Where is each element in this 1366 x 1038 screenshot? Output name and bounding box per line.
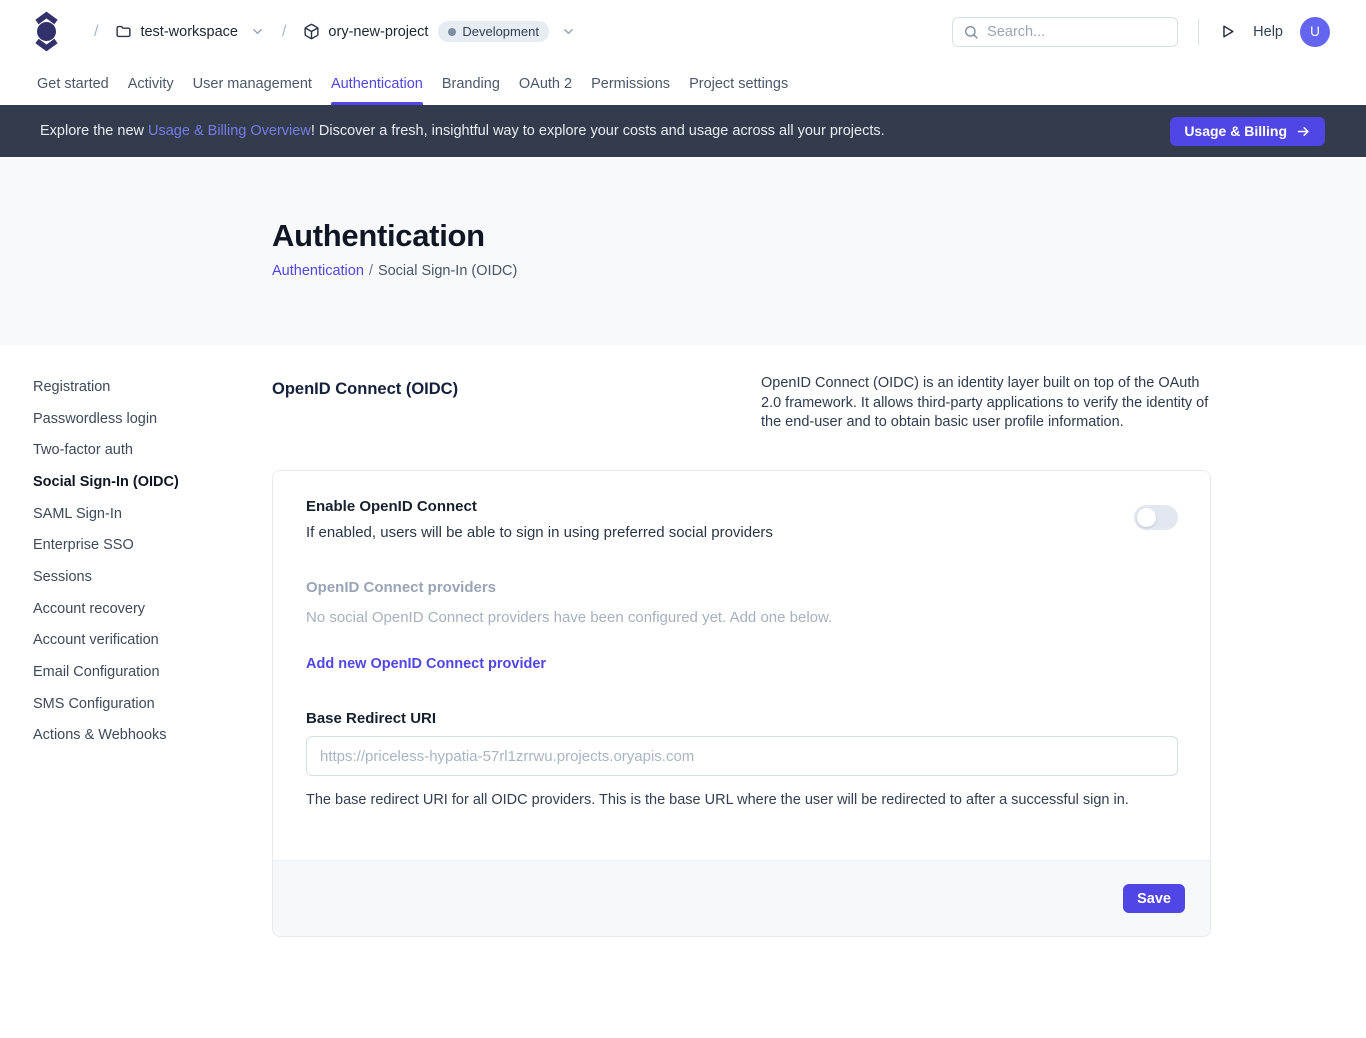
tab-permissions[interactable]: Permissions (591, 63, 670, 105)
page-hero: Authentication Authentication / Social Sig… (0, 157, 1366, 345)
breadcrumb-separator: / (282, 23, 286, 41)
enable-oidc-toggle[interactable] (1134, 505, 1178, 530)
chevron-down-icon (250, 24, 265, 39)
play-icon[interactable] (1219, 23, 1236, 40)
usage-billing-overview-link[interactable]: Usage & Billing Overview (148, 123, 311, 139)
breadcrumb-separator: / (94, 23, 98, 41)
sidebar-item-sessions[interactable]: Sessions (33, 561, 243, 593)
redirect-uri-help: The base redirect URI for all OIDC provi… (306, 792, 1178, 808)
tab-get-started[interactable]: Get started (37, 63, 109, 105)
sidebar-item-account-recovery[interactable]: Account recovery (33, 593, 243, 625)
package-icon (303, 23, 320, 40)
help-link[interactable]: Help (1253, 24, 1283, 40)
main-content: OpenID Connect (OIDC) OpenID Connect (OI… (272, 374, 1211, 937)
usage-billing-button[interactable]: Usage & Billing (1170, 117, 1325, 146)
providers-label: OpenID Connect providers (306, 579, 1178, 596)
search-input[interactable] (987, 24, 1167, 40)
header-divider (1198, 19, 1199, 45)
top-header: / test-workspace / ory-new-project Devel… (0, 0, 1366, 63)
folder-icon (115, 23, 132, 40)
ory-logo-icon[interactable] (32, 11, 61, 52)
usage-billing-button-label: Usage & Billing (1184, 123, 1287, 139)
oidc-settings-card: Enable OpenID Connect If enabled, users … (272, 470, 1211, 937)
sidebar-item-two-factor-auth[interactable]: Two-factor auth (33, 434, 243, 466)
breadcrumb-authentication-link[interactable]: Authentication (272, 263, 364, 279)
sidebar-item-passwordless-login[interactable]: Passwordless login (33, 403, 243, 435)
tab-project-settings[interactable]: Project settings (689, 63, 788, 105)
enable-oidc-description: If enabled, users will be able to sign i… (306, 524, 773, 541)
redirect-uri-label: Base Redirect URI (306, 710, 1178, 727)
workspace-selector[interactable]: test-workspace (115, 23, 265, 40)
banner-text-before: Explore the new (40, 123, 148, 139)
breadcrumb: Authentication / Social Sign-In (OIDC) (272, 263, 1366, 279)
banner-text: Explore the new Usage & Billing Overview… (40, 123, 885, 139)
project-selector[interactable]: ory-new-project Development (303, 21, 576, 42)
banner-text-after: ! Discover a fresh, insightful way to ex… (311, 123, 885, 139)
sidebar-item-account-verification[interactable]: Account verification (33, 625, 243, 657)
sidebar-item-saml-sign-in[interactable]: SAML Sign-In (33, 498, 243, 530)
user-avatar[interactable]: U (1300, 17, 1330, 47)
page-title: Authentication (272, 218, 1366, 254)
sidebar-item-enterprise-sso[interactable]: Enterprise SSO (33, 529, 243, 561)
tab-branding[interactable]: Branding (442, 63, 500, 105)
card-footer: Save (273, 860, 1210, 936)
sidebar-item-registration[interactable]: Registration (33, 371, 243, 403)
redirect-uri-input[interactable] (306, 736, 1178, 776)
providers-empty-text: No social OpenID Connect providers have … (306, 609, 1178, 626)
tab-activity[interactable]: Activity (128, 63, 174, 105)
settings-sidebar: Registration Passwordless login Two-fact… (33, 371, 243, 751)
sidebar-item-actions-webhooks[interactable]: Actions & Webhooks (33, 720, 243, 752)
sidebar-item-email-configuration[interactable]: Email Configuration (33, 656, 243, 688)
chevron-down-icon (561, 24, 576, 39)
enable-oidc-label: Enable OpenID Connect (306, 498, 773, 515)
sidebar-item-social-sign-in[interactable]: Social Sign-In (OIDC) (33, 466, 243, 498)
environment-badge-label: Development (462, 24, 539, 39)
tab-oauth2[interactable]: OAuth 2 (519, 63, 572, 105)
sidebar-item-sms-configuration[interactable]: SMS Configuration (33, 688, 243, 720)
add-provider-link[interactable]: Add new OpenID Connect provider (306, 656, 546, 672)
section-title: OpenID Connect (OIDC) (272, 374, 458, 470)
project-nav-tabs: Get started Activity User management Aut… (0, 63, 1366, 105)
breadcrumb-separator: / (369, 263, 373, 279)
toggle-knob (1137, 508, 1156, 527)
tab-authentication[interactable]: Authentication (331, 63, 423, 105)
breadcrumb-current: Social Sign-In (OIDC) (378, 263, 517, 279)
environment-badge: Development (438, 21, 549, 42)
usage-billing-banner: Explore the new Usage & Billing Overview… (0, 105, 1366, 157)
tab-user-management[interactable]: User management (193, 63, 312, 105)
section-description: OpenID Connect (OIDC) is an identity lay… (761, 374, 1211, 470)
search-icon (963, 24, 979, 40)
workspace-name: test-workspace (140, 24, 238, 40)
project-name: ory-new-project (328, 24, 428, 40)
save-button[interactable]: Save (1123, 884, 1185, 913)
arrow-right-icon (1296, 124, 1311, 139)
search-box[interactable] (952, 17, 1178, 47)
status-dot (448, 28, 456, 36)
